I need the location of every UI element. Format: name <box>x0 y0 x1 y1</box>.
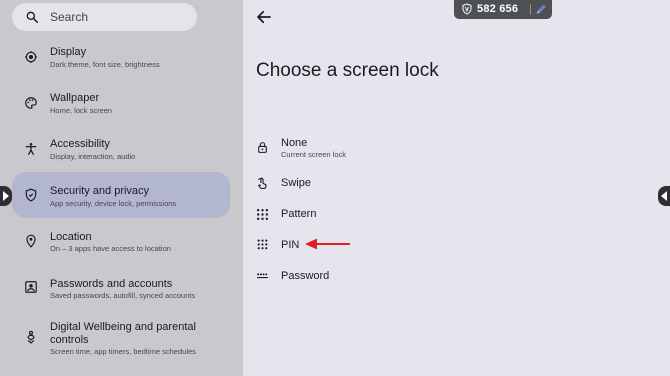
sidebar-item-accessibility[interactable]: Accessibility Display, interaction, audi… <box>12 132 230 172</box>
counter-value: 582 656 <box>477 3 519 15</box>
lock-option-label: Password <box>281 270 330 282</box>
annotation-arrow-icon <box>305 238 350 250</box>
wellbeing-icon <box>27 330 35 344</box>
location-pin-icon <box>26 234 36 248</box>
sidebar-item-subtitle: Saved passwords, autofill, synced accoun… <box>50 291 196 300</box>
sidebar-item-title: Security and privacy <box>50 185 150 197</box>
chevron-left-icon <box>658 186 670 206</box>
sidebar-item-display[interactable]: Display Dark theme, font size, brightnes… <box>12 40 230 80</box>
lock-option-none[interactable]: None Current screen lock <box>243 136 670 164</box>
account-box-icon <box>25 281 37 293</box>
sidebar-item-subtitle: App security, device lock, permissions <box>50 199 177 208</box>
lock-option-label: Swipe <box>281 177 311 189</box>
password-icon <box>257 273 268 279</box>
back-arrow-icon[interactable] <box>255 8 273 26</box>
lock-option-label: Pattern <box>281 208 317 220</box>
left-edge-handle[interactable] <box>0 186 12 206</box>
counter-overlay: 582 656 <box>454 0 552 19</box>
sidebar-item-title: Passwords and accounts <box>50 278 173 290</box>
lock-open-icon <box>258 142 267 153</box>
sidebar-item-security[interactable]: Security and privacy App security, devic… <box>12 172 230 218</box>
shield-icon <box>25 188 37 202</box>
sidebar-item-subtitle: Screen time, app timers, bedtime schedul… <box>50 347 196 356</box>
sidebar-item-digital-wellbeing[interactable]: Digital Wellbeing and parental controls … <box>12 316 230 360</box>
counter-divider <box>530 4 531 15</box>
sidebar-item-title: Accessibility <box>50 138 110 150</box>
sidebar-item-title: Digital Wellbeing and parental controls <box>50 321 196 346</box>
accessibility-icon <box>25 143 37 155</box>
sidebar-item-title: Wallpaper <box>50 92 100 104</box>
chevron-right-icon <box>0 186 12 206</box>
display-settings-icon <box>25 51 37 63</box>
swipe-icon <box>257 177 267 189</box>
right-edge-handle[interactable] <box>658 186 670 206</box>
settings-sidebar: Search Display Dark theme, font size, br… <box>0 0 243 376</box>
lock-option-password[interactable]: Password <box>243 269 670 295</box>
shield-badge-icon <box>462 3 472 15</box>
search-icon <box>26 11 39 24</box>
sidebar-item-passwords-accounts[interactable]: Passwords and accounts Saved passwords, … <box>12 270 230 310</box>
palette-icon <box>25 97 37 109</box>
pen-icon[interactable] <box>534 3 548 16</box>
lock-option-subtitle: Current screen lock <box>281 150 347 159</box>
pattern-icon <box>256 208 269 221</box>
lock-option-pattern[interactable]: Pattern <box>243 207 670 233</box>
sidebar-item-title: Display <box>50 46 87 58</box>
pin-dialpad-icon <box>257 239 268 250</box>
lock-option-label: PIN <box>281 239 300 251</box>
lock-option-swipe[interactable]: Swipe <box>243 176 670 202</box>
sidebar-item-subtitle: Dark theme, font size, brightness <box>50 60 160 69</box>
sidebar-item-title: Location <box>50 231 92 243</box>
search-bar[interactable]: Search <box>12 3 197 31</box>
page-title: Choose a screen lock <box>256 60 439 81</box>
search-placeholder: Search <box>50 10 89 24</box>
lock-option-label: None <box>281 137 308 149</box>
sidebar-item-subtitle: Home, lock screen <box>50 106 113 115</box>
sidebar-item-wallpaper[interactable]: Wallpaper Home, lock screen <box>12 86 230 126</box>
sidebar-item-subtitle: Display, interaction, audio <box>50 152 136 161</box>
sidebar-item-location[interactable]: Location On – 3 apps have access to loca… <box>12 224 230 264</box>
sidebar-item-subtitle: On – 3 apps have access to location <box>50 244 171 253</box>
screen-lock-panel: Choose a screen lock None Current screen… <box>243 0 670 376</box>
